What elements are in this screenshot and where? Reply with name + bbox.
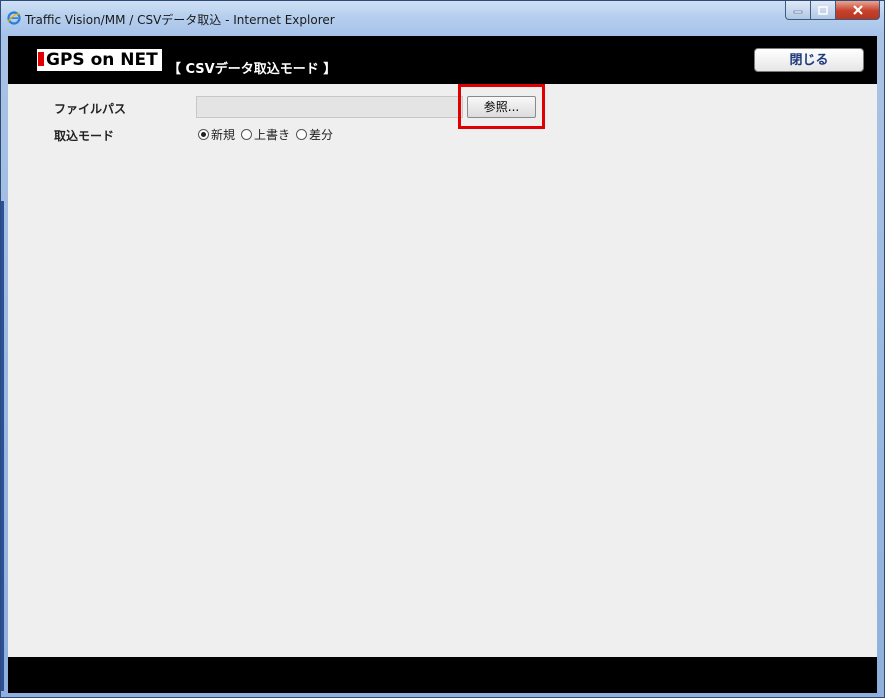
import-mode-radio-group: 新規 上書き 差分 — [198, 126, 333, 143]
maximize-icon — [818, 5, 828, 15]
title-bar[interactable]: Traffic Vision/MM / CSVデータ取込 - Internet … — [1, 1, 884, 36]
radio-new[interactable] — [198, 129, 209, 140]
logo-i-mark — [38, 52, 44, 66]
page-content: GPS on NET 【 CSVデータ取込モード 】 閉じる ファイルパス 参照… — [8, 36, 877, 693]
mode-option-label: 差分 — [309, 128, 334, 142]
radio-overwrite[interactable] — [241, 129, 253, 140]
mode-option-new[interactable]: 新規 — [198, 126, 235, 143]
window-controls — [785, 1, 880, 21]
close-button[interactable]: 閉じる — [754, 48, 864, 72]
minimize-icon — [793, 10, 803, 14]
internet-explorer-icon — [7, 11, 21, 25]
logo-text: GPS on NET — [46, 50, 158, 70]
highlight-box — [458, 84, 545, 129]
browser-window: Traffic Vision/MM / CSVデータ取込 - Internet … — [0, 0, 885, 698]
minimize-button[interactable] — [785, 1, 811, 20]
app-header: GPS on NET 【 CSVデータ取込モード 】 閉じる — [8, 36, 877, 84]
mode-option-label: 上書き — [254, 128, 291, 142]
app-footer — [8, 657, 877, 693]
close-icon — [852, 5, 863, 15]
import-mode-label: 取込モード — [54, 129, 115, 143]
mode-option-diff[interactable]: 差分 — [296, 126, 333, 143]
mode-option-label: 新規 — [211, 128, 236, 142]
window-title: Traffic Vision/MM / CSVデータ取込 - Internet … — [25, 13, 335, 27]
window-close-button[interactable] — [836, 1, 880, 20]
mode-option-overwrite[interactable]: 上書き — [241, 126, 290, 143]
page-title: 【 CSVデータ取込モード 】 — [168, 62, 337, 77]
window-edge — [1, 201, 4, 691]
file-path-label: ファイルパス — [54, 102, 127, 116]
app-logo: GPS on NET — [37, 49, 162, 71]
maximize-button[interactable] — [811, 1, 836, 20]
radio-diff[interactable] — [296, 129, 308, 140]
file-path-input[interactable] — [196, 96, 463, 118]
